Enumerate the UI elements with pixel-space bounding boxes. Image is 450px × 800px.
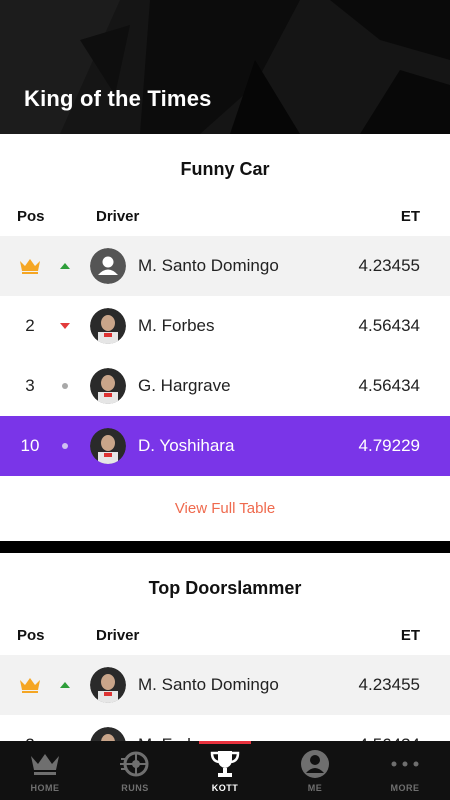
table-header: Pos Driver ET: [0, 202, 450, 236]
driver-name: D. Yoshihara: [138, 436, 235, 455]
column-header-pos: Pos: [17, 208, 45, 225]
tab-home[interactable]: HOME: [0, 741, 90, 800]
tab-kott[interactable]: KOTT: [180, 741, 270, 800]
et-value: 4.56434: [359, 715, 420, 741]
view-full-table-link[interactable]: View Full Table: [0, 476, 450, 542]
position-number: 2: [25, 316, 35, 335]
avatar: [90, 248, 126, 284]
table-row[interactable]: 2 M. Forbes 4.56434: [0, 715, 450, 741]
et-value: 4.79229: [358, 436, 420, 455]
avatar: [90, 308, 126, 344]
leaderboard-card-top-doorslammer: Top Doorslammer Pos Driver ET M. Santo D…: [0, 553, 450, 741]
table-row[interactable]: M. Santo Domingo 4.23455: [0, 655, 450, 715]
crown-icon: [29, 749, 61, 779]
avatar: [90, 667, 126, 703]
crown-icon: [0, 236, 60, 296]
driver-name: M. Forbes: [138, 715, 215, 741]
tab-more[interactable]: MORE: [360, 741, 450, 800]
more-dots-icon: [389, 749, 421, 779]
avatar: [90, 727, 126, 741]
et-value: 4.23455: [358, 675, 420, 694]
trend-up-icon: [58, 260, 72, 272]
crown-icon: [0, 655, 60, 715]
tab-label: KOTT: [211, 783, 239, 793]
section-divider: [0, 541, 450, 553]
driver-name: M. Forbes: [138, 316, 215, 335]
et-value: 4.23455: [358, 256, 420, 275]
position-number: 2: [0, 715, 60, 741]
tab-label: HOME: [30, 783, 60, 793]
table-header: Pos Driver ET: [0, 621, 450, 655]
section-title: Funny Car: [180, 159, 270, 179]
et-value: 4.56434: [358, 376, 420, 395]
column-header-et: ET: [400, 627, 420, 644]
driver-name: M. Santo Domingo: [138, 675, 279, 694]
section-title: Top Doorslammer: [148, 578, 302, 598]
et-value: 4.56434: [358, 316, 420, 335]
trend-same-icon: [58, 440, 72, 452]
column-header-driver: Driver: [96, 627, 140, 644]
avatar: [90, 368, 126, 404]
driver-name: M. Santo Domingo: [138, 256, 279, 275]
table-row[interactable]: M. Santo Domingo 4.23455: [0, 236, 450, 296]
driver-name: G. Hargrave: [138, 376, 231, 395]
active-tab-indicator: [199, 741, 251, 744]
tab-label: ME: [307, 783, 323, 793]
trend-up-icon: [58, 679, 72, 691]
leaderboard-card-funny-car: Funny Car Pos Driver ET M. Santo Domingo…: [0, 134, 450, 541]
tab-label: MORE: [390, 783, 420, 793]
page-header: King of the Times: [0, 0, 450, 134]
bottom-tab-bar: HOME RUNS KOTT ME MORE: [0, 741, 450, 800]
trophy-icon: [209, 749, 241, 779]
column-header-pos: Pos: [17, 627, 45, 644]
column-header-et: ET: [400, 208, 420, 225]
tab-label: RUNS: [121, 783, 149, 793]
leaderboard-scroll-area[interactable]: Funny Car Pos Driver ET M. Santo Domingo…: [0, 134, 450, 741]
table-row-current-user[interactable]: 10 D. Yoshihara 4.79229: [0, 416, 450, 476]
trend-down-icon: [58, 320, 72, 332]
position-number: 3: [25, 376, 35, 395]
page-title: King of the Times: [24, 86, 212, 111]
table-row[interactable]: 3 G. Hargrave 4.56434: [0, 356, 450, 416]
user-icon: [300, 749, 330, 779]
table-row[interactable]: 2 M. Forbes 4.56434: [0, 296, 450, 356]
trend-same-icon: [58, 380, 72, 392]
wheel-icon: [120, 749, 150, 779]
header-background-pattern: [0, 0, 450, 134]
position-number: 10: [20, 436, 40, 455]
tab-runs[interactable]: RUNS: [90, 741, 180, 800]
tab-me[interactable]: ME: [270, 741, 360, 800]
column-header-driver: Driver: [96, 208, 140, 225]
avatar: [90, 428, 126, 464]
